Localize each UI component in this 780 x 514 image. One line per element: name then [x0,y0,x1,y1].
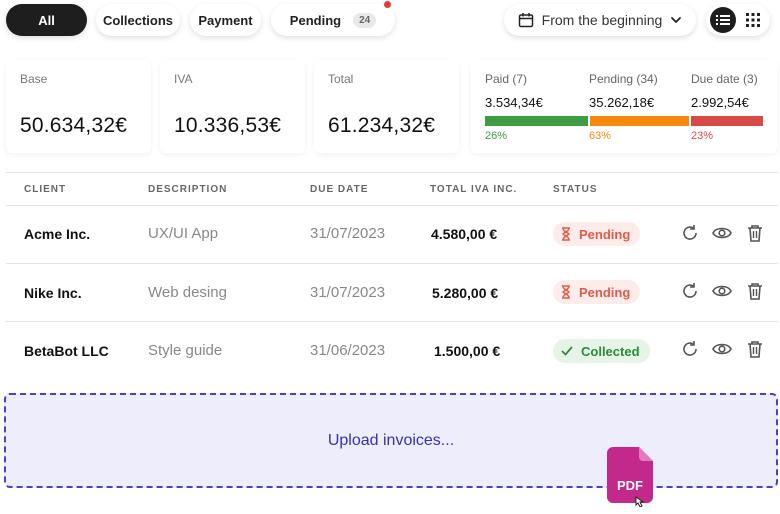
invoice-description: Web desing [148,284,227,301]
refresh-icon [683,225,697,240]
iva-label: IVA [174,72,193,86]
status-badge: Pending [553,280,641,304]
date-range-label: From the beginning [541,12,663,28]
paid-value: 3.534,34€ [485,95,543,110]
refresh-icon [683,283,697,298]
row-divider [6,321,778,322]
total-amount: 4.580,00 € [431,226,498,242]
filter-tab-all-label: All [38,12,55,28]
filter-tab-payment-label: Payment [198,12,253,28]
eye-icon [712,343,732,355]
invoice-description: Style guide [148,342,223,359]
eye-icon [712,285,732,297]
header-divider [6,205,778,206]
chevron-down-icon [671,17,682,23]
col-header-due-date: DUE DATE [310,184,369,195]
notification-dot [384,1,391,8]
upload-label: Upload invoices... [327,431,455,449]
pdf-file-icon[interactable]: PDF [607,447,653,507]
refresh-icon [683,341,697,356]
delete-button[interactable] [745,339,765,359]
trash-icon [748,341,762,358]
total-amount: 1.500,00 € [434,343,501,359]
row-divider [6,263,778,264]
trash-icon [748,225,762,242]
pending-segment [590,116,689,126]
pending-label: Pending (34) [589,72,658,86]
refresh-button[interactable] [680,223,700,243]
filter-tab-collections-label: Collections [102,12,174,28]
base-label: Base [20,72,48,86]
client-name: Nike Inc. [24,285,82,301]
due-date-value: 2.992,54€ [691,95,749,110]
due-date-percent: 23% [691,130,714,142]
view-button[interactable] [712,339,732,359]
due-date: 31/07/2023 [310,284,386,301]
filter-tab-collections[interactable]: Collections [96,4,180,36]
status-label: Pending [579,226,631,242]
base-value: 50.634,32€ [20,114,128,137]
view-mode-toggle [706,4,770,36]
status-progress-bar [485,116,763,126]
client-name: BetaBot LLC [24,343,109,359]
view-button[interactable] [712,281,732,301]
base-card: Base 50.634,32€ [6,60,151,153]
breakdown-card: Paid (7) 3.534,34€ 26% Pending (34) 35.2… [471,60,777,153]
pending-percent: 63% [589,130,612,142]
total-card: Total 61.234,32€ [314,60,459,153]
list-view-icon [716,15,730,25]
grid-view-button[interactable] [740,7,766,33]
iva-value: 10.336,53€ [174,114,282,137]
date-range-dropdown[interactable]: From the beginning [504,4,696,36]
upload-dropzone[interactable]: Upload invoices... [4,393,778,488]
col-header-description: DESCRIPTION [148,184,228,195]
check-icon [561,346,573,356]
col-header-status: STATUS [553,184,598,195]
hourglass-icon [562,285,570,299]
paid-percent: 26% [485,130,508,142]
due-date: 31/06/2023 [310,342,386,359]
calendar-icon [518,13,533,28]
status-label: Collected [581,343,640,359]
paid-segment [485,116,588,126]
col-header-client: CLIENT [24,184,67,195]
refresh-button[interactable] [680,339,700,359]
hourglass-icon [562,227,570,241]
delete-button[interactable] [745,223,765,243]
filter-tab-all[interactable]: All [6,4,87,36]
paid-label: Paid (7) [485,72,528,86]
filter-tab-pending[interactable]: Pending 24 [271,1,395,36]
refresh-button[interactable] [680,281,700,301]
trash-icon [748,283,762,300]
status-badge: Collected [553,339,650,363]
pending-value: 35.262,18€ [589,95,655,110]
pending-count-badge: 24 [353,12,377,28]
paid-stat: Paid (7) 3.534,34€ 26% [485,72,543,142]
due-date-stat: Due date (3) 2.992,54€ 23% [691,72,758,142]
total-value: 61.234,32€ [328,114,436,137]
status-badge: Pending [553,222,641,246]
pdf-label: PDF [617,478,643,493]
table-top-divider [6,172,778,173]
list-view-button[interactable] [710,7,736,33]
client-name: Acme Inc. [24,226,91,242]
delete-button[interactable] [745,281,765,301]
total-amount: 5.280,00 € [432,285,499,301]
total-label: Total [328,72,354,86]
invoice-description: UX/UI App [148,225,219,242]
filter-tab-payment[interactable]: Payment [190,4,261,36]
due-date-label: Due date (3) [691,72,758,86]
grid-view-icon [746,13,760,27]
status-label: Pending [579,284,631,300]
eye-icon [712,227,732,239]
col-header-total: TOTAL IVA INC. [430,184,518,195]
due-date-segment [691,116,763,126]
due-date: 31/07/2023 [310,225,386,242]
iva-card: IVA 10.336,53€ [160,60,305,153]
pending-stat: Pending (34) 35.262,18€ 63% [589,72,658,142]
view-button[interactable] [712,223,732,243]
filter-tab-pending-label: Pending [289,12,342,28]
